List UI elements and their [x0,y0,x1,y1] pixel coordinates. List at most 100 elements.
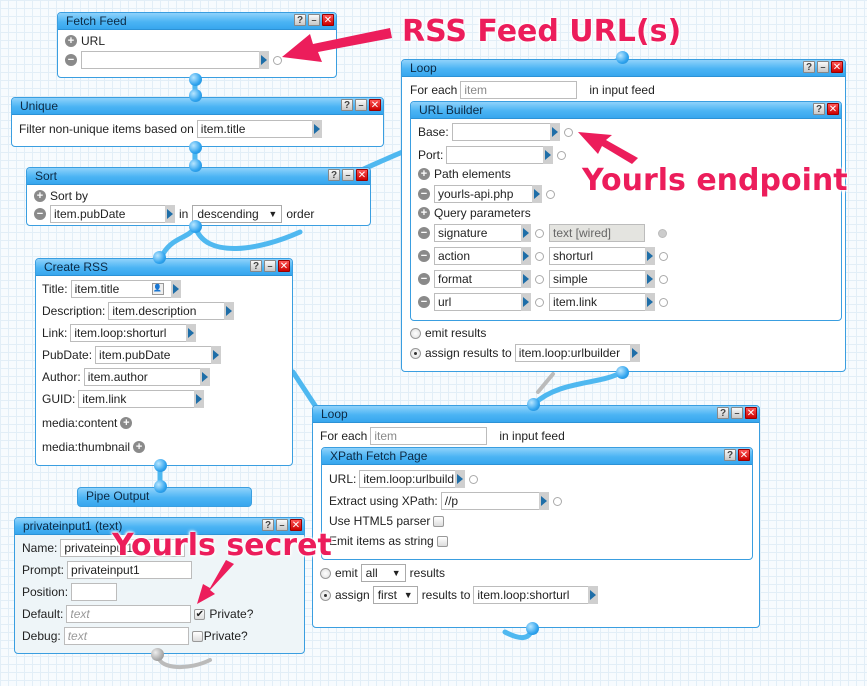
private-input-output-node[interactable] [151,648,164,661]
create-rss-module[interactable]: Create RSS ? – ✕ Title: item.title 👤 Des… [35,258,293,466]
param-key-terminal[interactable] [535,228,544,238]
assign-results-input[interactable]: item.loop:urlbuilder [514,344,630,362]
loop1-output-node[interactable] [616,366,629,379]
add-path-icon[interactable] [418,168,430,180]
title-dropdown-arrow[interactable] [170,280,181,298]
close-button[interactable]: ✕ [369,99,381,111]
help-button[interactable]: ? [250,260,262,272]
port-input[interactable] [446,146,544,164]
emit-results-radio[interactable] [410,327,421,339]
link-dropdown-arrow[interactable] [186,324,197,342]
param-key-dropdown-arrow[interactable] [521,293,531,311]
param-key-input[interactable]: url [434,293,521,311]
xpath-extract-terminal[interactable] [552,496,562,506]
remove-url-icon[interactable] [65,54,77,66]
param-value-terminal[interactable] [659,297,668,307]
param-value-terminal[interactable] [659,251,668,261]
port-dropdown-arrow[interactable] [543,146,554,164]
help-button[interactable]: ? [341,99,353,111]
xpath-fetch-submodule[interactable]: XPath Fetch Page ? ✕ URL: item.loop:urlb… [321,447,753,560]
sort-module[interactable]: Sort ? – ✕ Sort by item.pubDate in desce… [26,167,371,226]
port-terminal[interactable] [557,150,567,160]
param-value-input[interactable]: simple [549,270,645,288]
emit-string-checkbox[interactable] [436,535,448,547]
debug-private-checkbox[interactable] [191,630,203,642]
path-terminal[interactable] [546,189,555,199]
sort-input-node[interactable] [189,159,202,172]
loop1-input-node[interactable] [616,51,629,64]
remove-sort-icon[interactable] [34,208,46,220]
unique-input-node[interactable] [189,89,202,102]
remove-param-icon[interactable] [418,227,430,239]
submodule-header[interactable]: XPath Fetch Page ? ✕ [322,448,752,465]
xpath-url-dropdown-arrow[interactable] [455,470,466,488]
remove-param-icon[interactable] [418,296,430,308]
param-value-dropdown-arrow[interactable] [645,270,655,288]
create-rss-input-node[interactable] [153,251,166,264]
param-key-terminal[interactable] [535,274,544,284]
sort-output-node[interactable] [189,220,202,233]
param-value-terminal-wired[interactable] [658,228,667,238]
base-dropdown-arrow[interactable] [549,123,560,141]
add-url-icon[interactable] [65,35,77,47]
link-input[interactable]: item.loop:shorturl [70,324,187,342]
help-button[interactable]: ? [717,407,729,419]
param-key-input[interactable]: action [434,247,521,265]
loop-xpath-module[interactable]: Loop ? – ✕ For each item in input feed X… [312,405,760,628]
xpath-extract-input[interactable]: //p [440,492,539,510]
unique-field-input[interactable]: item.title [196,120,312,138]
param-value-dropdown-arrow[interactable] [645,247,655,265]
for-each-input[interactable]: item [370,427,488,445]
param-key-terminal[interactable] [535,297,544,307]
param-key-terminal[interactable] [535,251,544,261]
author-dropdown-arrow[interactable] [199,368,210,386]
fetch-feed-module[interactable]: Fetch Feed ? – ✕ URL [57,12,337,78]
param-key-dropdown-arrow[interactable] [521,224,531,242]
guid-input[interactable]: item.link [78,390,195,408]
param-key-dropdown-arrow[interactable] [521,247,531,265]
remove-param-icon[interactable] [418,250,430,262]
submodule-header[interactable]: URL Builder ? ✕ [411,102,841,119]
url-builder-submodule[interactable]: URL Builder ? ✕ Base: Port: Path elem [410,101,842,321]
emit-select[interactable]: all ▼ [360,564,406,582]
minimize-button[interactable]: – [355,99,367,111]
path-input[interactable]: yourls-api.php [434,185,532,203]
path-dropdown-arrow[interactable] [532,185,542,203]
sort-order-select[interactable]: descending ▼ [192,205,283,223]
minimize-button[interactable]: – [264,260,276,272]
loop-urlbuilder-module[interactable]: Loop ? – ✕ For each item in input feed U… [401,59,846,372]
close-button[interactable]: ✕ [831,61,843,73]
unique-module[interactable]: Unique ? – ✕ Filter non-unique items bas… [11,97,384,147]
position-input[interactable] [71,583,118,601]
loop2-output-node[interactable] [526,622,539,635]
prompt-input[interactable]: privateinput1 [67,561,193,579]
pubdate-input[interactable]: item.pubDate [95,346,212,364]
assign-radio[interactable] [320,589,331,601]
minimize-button[interactable]: – [342,169,354,181]
add-query-icon[interactable] [418,207,430,219]
minimize-button[interactable]: – [731,407,743,419]
description-dropdown-arrow[interactable] [224,302,235,320]
minimize-button[interactable]: – [308,14,320,26]
close-button[interactable]: ✕ [356,169,368,181]
param-value-input[interactable]: shorturl [549,247,645,265]
help-button[interactable]: ? [724,449,736,461]
default-input[interactable]: text [66,605,192,623]
close-button[interactable]: ✕ [278,260,290,272]
add-media-thumbnail-icon[interactable] [133,441,146,453]
module-header[interactable]: Fetch Feed ? – ✕ [58,13,336,30]
sort-field-dropdown-arrow[interactable] [165,205,175,223]
debug-input[interactable]: text [63,627,189,645]
create-rss-output-node[interactable] [154,459,167,472]
help-button[interactable]: ? [813,103,825,115]
close-button[interactable]: ✕ [322,14,334,26]
param-key-input[interactable]: signature [434,224,521,242]
add-sort-icon[interactable] [34,190,46,202]
assign-results-input[interactable]: item.loop:shorturl [473,586,589,604]
sort-field-input[interactable]: item.pubDate [50,205,165,223]
pipe-output-input-node[interactable] [154,480,167,493]
guid-dropdown-arrow[interactable] [194,390,205,408]
url-input[interactable] [81,51,259,69]
assign-results-dropdown-arrow[interactable] [588,586,599,604]
xpath-url-input[interactable]: item.loop:urlbuild [359,470,456,488]
